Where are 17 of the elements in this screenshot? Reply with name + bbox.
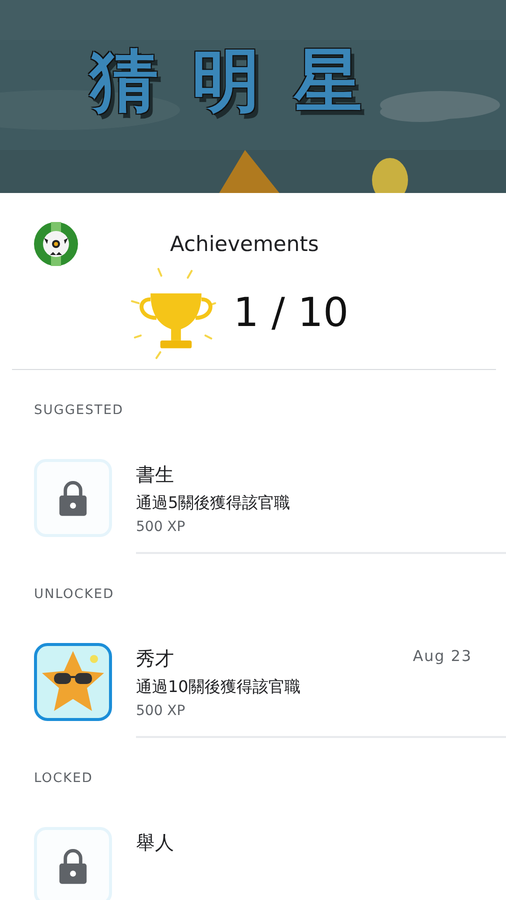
section-label: UNLOCKED (33, 586, 116, 603)
unlock-date: Aug 23 (412, 647, 472, 665)
xp-reward: 500 XP (136, 702, 186, 721)
soccer-ball-icon (34, 222, 78, 266)
achievement-description: 通過10關後獲得該官職 (136, 676, 302, 698)
achievement-title: 秀才 (136, 647, 174, 671)
section-label: SUGGESTED (33, 402, 125, 419)
star-badge-icon (34, 643, 112, 721)
achievement-description: 通過5關後獲得該官職 (136, 492, 292, 514)
achievement-title: 舉人 (136, 831, 174, 855)
achievement-title: 書生 (136, 463, 174, 487)
xp-reward: 500 XP (136, 518, 186, 537)
sheet-title: Achievements (170, 232, 319, 256)
game-logo: 猜明星 (90, 48, 396, 116)
section-label: LOCKED (33, 770, 94, 787)
lock-icon (34, 459, 112, 537)
achievement-count: 1 / 10 (233, 290, 349, 336)
